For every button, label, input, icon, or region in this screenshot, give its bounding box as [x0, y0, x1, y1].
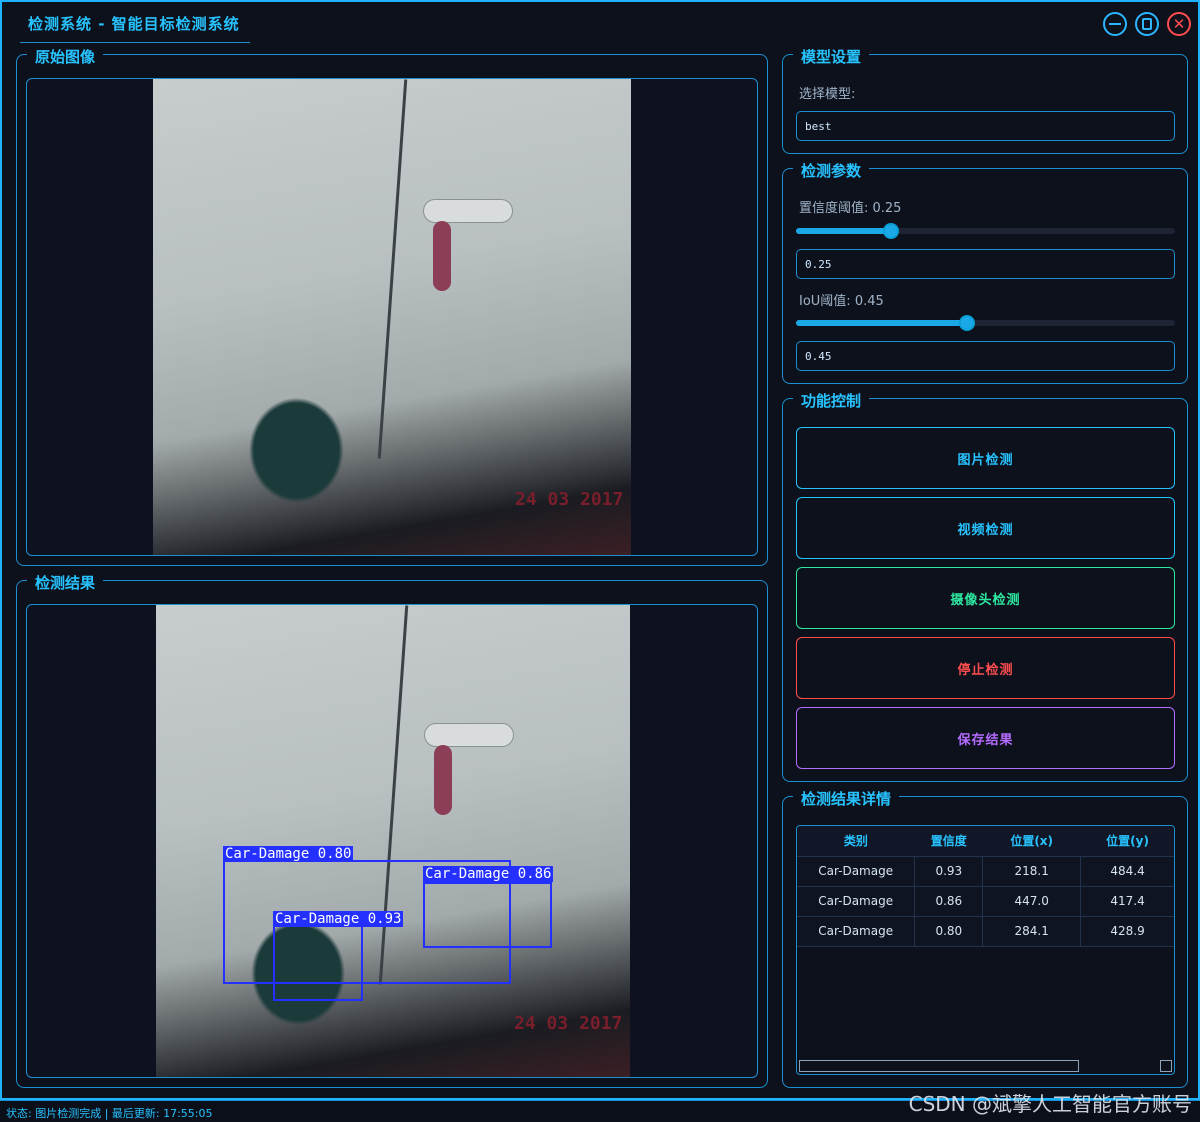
- select-model-label: 选择模型:: [799, 87, 856, 102]
- door-handle: [424, 723, 514, 747]
- iou-input[interactable]: 0.45: [796, 341, 1175, 371]
- handle-reflection: [434, 745, 452, 815]
- iou-threshold-label: IoU阈值: 0.45: [799, 294, 884, 309]
- table-cell: Car-Damage: [797, 886, 916, 917]
- results-detail-panel: 检测结果详情 类别 置信度 位置(x) 位置(y) Car-Damage 0.9…: [782, 788, 1188, 1088]
- detection-result-panel: 检测结果 24 03 2017 Car-Damage 0.80 Car-Dama…: [16, 572, 768, 1088]
- detection-params-panel: 检测参数 置信度阈值: 0.25 0.25 IoU阈值: 0.45 0.45: [782, 160, 1188, 384]
- confidence-slider-fill: [796, 228, 891, 234]
- stop-detect-button[interactable]: 停止检测: [796, 637, 1175, 699]
- model-settings-title: 模型设置: [793, 46, 870, 67]
- app-window: 检测系统 - 智能目标检测系统 ✕ 原始图像 24 03 2017 检测结果 2…: [0, 0, 1200, 1100]
- table-cell: 284.1: [982, 916, 1082, 947]
- table-cell: 0.93: [914, 856, 984, 887]
- table-row[interactable]: Car-Damage 0.93 218.1 484.4: [797, 856, 1174, 887]
- table-cell: 0.80: [914, 916, 984, 947]
- function-control-panel: 功能控制 图片检测 视频检测 摄像头检测 停止检测 保存结果: [782, 390, 1188, 782]
- column-header[interactable]: 位置(y): [1080, 826, 1174, 857]
- close-icon: ✕: [1172, 14, 1186, 33]
- original-image-frame: 24 03 2017: [26, 78, 758, 556]
- table-cell: Car-Damage: [797, 916, 916, 947]
- table-cell: 218.1: [982, 856, 1082, 887]
- iou-slider-fill: [796, 320, 967, 326]
- door-handle: [423, 199, 513, 223]
- table-cell: 447.0: [982, 886, 1082, 917]
- model-select[interactable]: best: [796, 111, 1175, 141]
- original-image-title: 原始图像: [27, 46, 104, 67]
- title-underline: [20, 42, 250, 43]
- door-seam: [377, 79, 408, 459]
- detection-label: Car-Damage 0.93: [273, 911, 404, 927]
- close-button[interactable]: ✕: [1167, 12, 1191, 36]
- column-header[interactable]: 类别: [797, 826, 915, 857]
- model-settings-panel: 模型设置 选择模型: best: [782, 46, 1188, 154]
- camera-detect-button[interactable]: 摄像头检测: [796, 567, 1175, 629]
- detection-result-title: 检测结果: [27, 572, 104, 593]
- confidence-input[interactable]: 0.25: [796, 249, 1175, 279]
- horizontal-scrollbar[interactable]: [799, 1060, 1079, 1072]
- minimize-button[interactable]: [1103, 12, 1127, 36]
- detection-label: Car-Damage 0.80: [223, 846, 354, 862]
- iou-slider[interactable]: [796, 315, 1175, 331]
- table-header-row: 类别 置信度 位置(x) 位置(y): [797, 826, 1174, 857]
- confidence-threshold-label: 置信度阈值: 0.25: [799, 201, 902, 216]
- photo-date-stamp: 24 03 2017: [514, 1013, 623, 1034]
- confidence-slider-handle[interactable]: [883, 223, 899, 239]
- video-detect-button[interactable]: 视频检测: [796, 497, 1175, 559]
- title-bar[interactable]: 检测系统 - 智能目标检测系统 ✕: [2, 2, 1198, 44]
- table-row[interactable]: Car-Damage 0.86 447.0 417.4: [797, 886, 1174, 917]
- table-cell: 0.86: [914, 886, 984, 917]
- detection-params-title: 检测参数: [793, 160, 870, 181]
- iou-slider-handle[interactable]: [959, 315, 975, 331]
- result-image-frame: 24 03 2017 Car-Damage 0.80 Car-Damage 0.…: [26, 604, 758, 1078]
- table-row[interactable]: Car-Damage 0.80 284.1 428.9: [797, 916, 1174, 947]
- minimize-icon: [1109, 23, 1121, 25]
- result-image: 24 03 2017 Car-Damage 0.80 Car-Damage 0.…: [156, 605, 630, 1077]
- table-cell: 417.4: [1080, 886, 1174, 917]
- results-detail-title: 检测结果详情: [793, 788, 900, 809]
- maximize-button[interactable]: [1135, 12, 1159, 36]
- results-table-container: 类别 置信度 位置(x) 位置(y) Car-Damage 0.93 218.1…: [796, 825, 1175, 1075]
- handle-reflection: [433, 221, 451, 291]
- column-header[interactable]: 置信度: [914, 826, 983, 857]
- detection-box: [423, 882, 552, 948]
- confidence-slider[interactable]: [796, 223, 1175, 239]
- table-cell: Car-Damage: [797, 856, 916, 887]
- table-cell: 484.4: [1080, 856, 1174, 887]
- photo-date-stamp: 24 03 2017: [515, 489, 624, 510]
- function-control-title: 功能控制: [793, 390, 870, 411]
- table-cell: 428.9: [1080, 916, 1174, 947]
- save-results-button[interactable]: 保存结果: [796, 707, 1175, 769]
- window-title: 检测系统 - 智能目标检测系统: [28, 15, 240, 33]
- scrollbar-corner[interactable]: [1160, 1060, 1172, 1072]
- watermark: CSDN @斌擎人工智能官方账号: [908, 1092, 1192, 1116]
- original-image: 24 03 2017: [153, 79, 631, 555]
- status-text: 状态: 图片检测完成 | 最后更新: 17:55:05: [6, 1107, 213, 1120]
- original-image-panel: 原始图像 24 03 2017: [16, 46, 768, 566]
- maximize-icon: [1142, 18, 1152, 30]
- image-detect-button[interactable]: 图片检测: [796, 427, 1175, 489]
- detection-box: [273, 925, 363, 1001]
- column-header[interactable]: 位置(x): [982, 826, 1081, 857]
- results-table: 类别 置信度 位置(x) 位置(y) Car-Damage 0.93 218.1…: [797, 826, 1174, 947]
- detection-label: Car-Damage 0.86: [423, 866, 554, 882]
